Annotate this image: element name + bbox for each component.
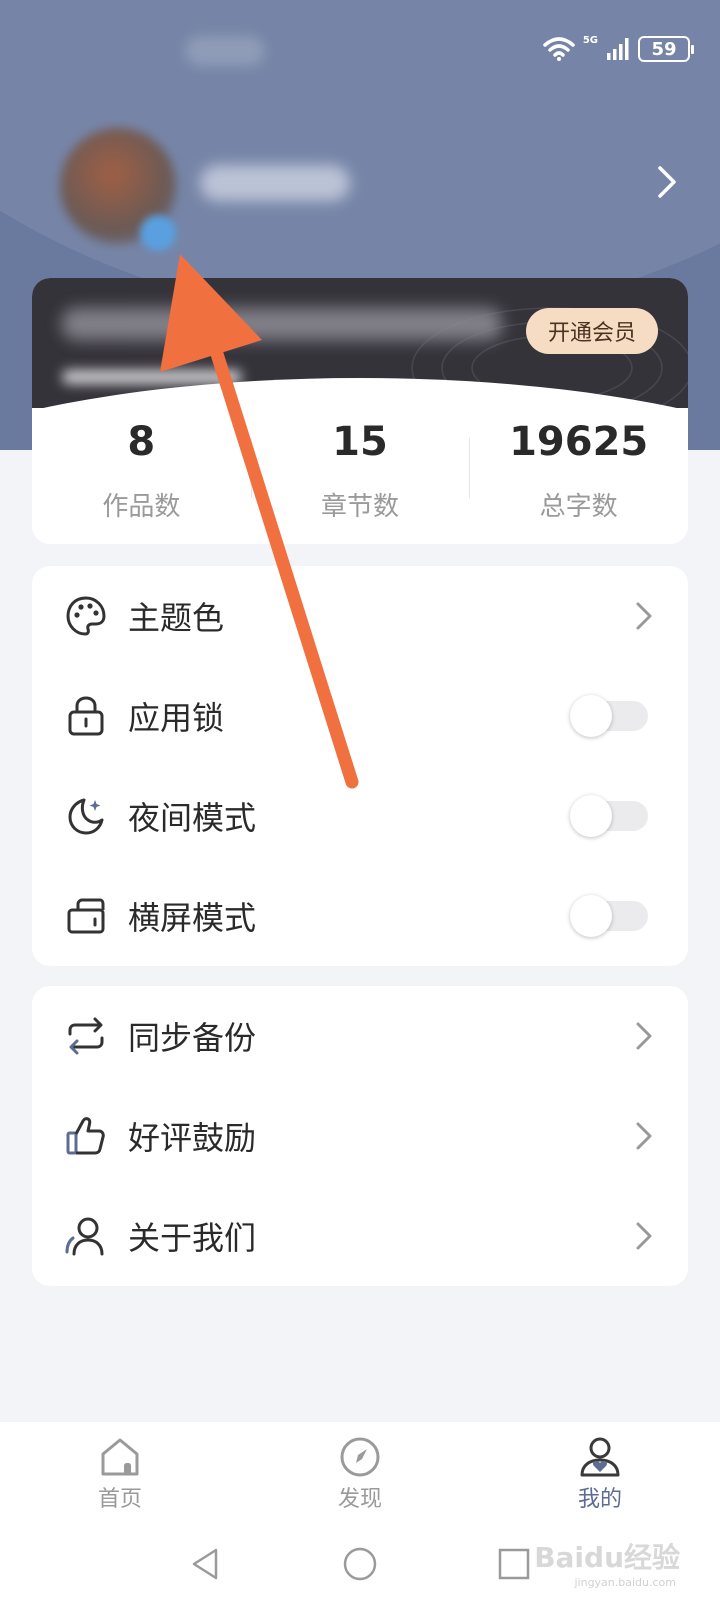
chevron-right-icon [636, 602, 652, 630]
signal-icon [607, 38, 629, 60]
nav-label: 我的 [577, 1487, 622, 1512]
username-blurred [200, 165, 350, 201]
lock-icon [64, 694, 108, 738]
chevron-right-icon [636, 1122, 652, 1150]
compass-icon [340, 1437, 380, 1477]
stat-label: 章节数 [321, 492, 400, 522]
app-lock-toggle[interactable] [570, 695, 648, 737]
more-card: 同步备份 好评鼓励 关于我们 [32, 986, 688, 1286]
status-bar: 5G 59 [0, 0, 720, 100]
menu-item-label: 关于我们 [128, 1219, 257, 1257]
menu-item-theme-color[interactable]: 主题色 [32, 566, 688, 666]
user-icon [64, 1214, 108, 1258]
system-navigation-bar: Baidu经验 jingyan.baidu.com [0, 1526, 720, 1600]
thumbs-up-icon [64, 1114, 108, 1158]
recents-icon[interactable] [494, 1544, 534, 1584]
stat-label: 总字数 [539, 492, 618, 522]
stat-chapters[interactable]: 15 章节数 [250, 418, 470, 528]
menu-item-sync-backup[interactable]: 同步备份 [32, 986, 688, 1086]
stat-value: 19625 [509, 419, 649, 465]
battery-indicator: 59 [638, 36, 694, 62]
battery-level: 59 [651, 38, 677, 60]
network-type: 5G [582, 34, 598, 46]
watermark: Baidu经验 [534, 1541, 680, 1574]
menu-item-landscape-mode[interactable]: 横屏模式 [32, 866, 688, 966]
menu-item-label: 好评鼓励 [128, 1119, 257, 1157]
nav-label: 发现 [337, 1487, 382, 1512]
back-icon[interactable] [186, 1544, 226, 1584]
menu-item-night-mode[interactable]: 夜间模式 [32, 766, 688, 866]
palette-icon [64, 594, 108, 638]
stat-label: 作品数 [102, 492, 181, 522]
menu-item-label: 同步备份 [128, 1019, 257, 1057]
menu-item-about-us[interactable]: 关于我们 [32, 1186, 688, 1286]
stat-words[interactable]: 19625 总字数 [469, 418, 688, 528]
vip-subtext-blurred [62, 370, 242, 384]
open-membership-button[interactable]: 开通会员 [525, 308, 658, 354]
profile-icon [580, 1437, 620, 1477]
stats-card: 开通会员 8 作品数 15 章节数 19625 总字数 [32, 278, 688, 544]
chevron-right-icon [636, 1022, 652, 1050]
menu-item-label: 主题色 [128, 599, 225, 637]
bottom-navigation: 首页 发现 我的 [0, 1422, 720, 1526]
stat-value: 8 [127, 419, 156, 465]
vip-text-blurred [62, 308, 502, 340]
wifi-icon [543, 37, 575, 61]
home-icon [101, 1438, 139, 1476]
menu-item-label: 横屏模式 [128, 899, 257, 937]
landscape-icon [64, 894, 108, 938]
settings-card: 主题色 应用锁 夜间模式 横屏模式 [32, 566, 688, 966]
home-circle-icon[interactable] [340, 1544, 380, 1584]
watermark-url: jingyan.baidu.com [574, 1576, 676, 1589]
stat-works[interactable]: 8 作品数 [32, 418, 251, 528]
nav-tab-discover[interactable]: 发现 [240, 1422, 480, 1526]
nav-tab-home[interactable]: 首页 [0, 1422, 240, 1526]
menu-item-rate-app[interactable]: 好评鼓励 [32, 1086, 688, 1186]
chevron-right-icon[interactable] [654, 162, 680, 202]
moon-icon [64, 794, 108, 838]
nav-label: 首页 [97, 1487, 142, 1512]
nav-tab-mine[interactable]: 我的 [480, 1422, 720, 1526]
landscape-mode-toggle[interactable] [570, 895, 648, 937]
status-time-blurred [185, 36, 265, 66]
menu-item-label: 应用锁 [128, 699, 225, 737]
night-mode-toggle[interactable] [570, 795, 648, 837]
menu-item-label: 夜间模式 [128, 799, 257, 837]
vip-banner[interactable]: 开通会员 [32, 278, 688, 544]
sync-icon [64, 1014, 108, 1058]
chevron-right-icon [636, 1222, 652, 1250]
avatar-badge [140, 215, 176, 251]
stat-value: 15 [332, 419, 388, 465]
profile-header[interactable] [0, 110, 720, 260]
menu-item-app-lock[interactable]: 应用锁 [32, 666, 688, 766]
